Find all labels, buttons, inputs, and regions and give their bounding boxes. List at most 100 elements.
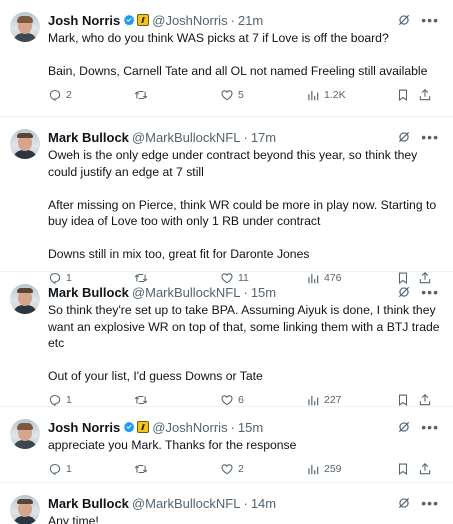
grok-icon[interactable] — [397, 496, 411, 510]
share-icon — [419, 462, 431, 474]
tweet-header: Mark Bullock @MarkBullockNFL · 15m — [48, 284, 443, 300]
retweet-icon — [134, 395, 148, 404]
separator-dot: · — [243, 495, 248, 511]
timestamp[interactable]: 15m — [238, 420, 263, 435]
tweet[interactable]: Josh Norris @JoshNorris · 21m ••• Mark, … — [0, 0, 453, 117]
affiliate-badge-icon — [137, 14, 150, 26]
like-count: 6 — [238, 393, 244, 406]
like-button[interactable]: 2 — [220, 462, 244, 476]
views-icon — [308, 464, 319, 474]
separator-dot: · — [230, 419, 235, 435]
like-icon — [221, 463, 233, 474]
tweet-text: Oweh is the only edge under contract bey… — [48, 148, 437, 261]
author-name[interactable]: Mark Bullock — [48, 496, 129, 511]
like-count: 2 — [238, 462, 244, 475]
author-handle[interactable]: @MarkBullockNFL — [132, 130, 241, 145]
views-icon — [308, 395, 319, 405]
bookmark-icon — [398, 463, 408, 475]
avatar[interactable] — [10, 129, 40, 159]
tweet-header: Mark Bullock @MarkBullockNFL · 17m — [48, 129, 443, 145]
tweet-text: Mark, who do you think WAS picks at 7 if… — [48, 31, 428, 78]
views-icon — [308, 90, 319, 100]
author-handle[interactable]: @MarkBullockNFL — [132, 496, 241, 511]
share-button[interactable] — [418, 88, 432, 102]
reply-button[interactable]: 1 — [48, 462, 72, 476]
share-icon — [419, 393, 431, 405]
tweet[interactable]: Mark Bullock @MarkBullockNFL · 17m ••• O… — [0, 117, 453, 284]
more-icon[interactable]: ••• — [421, 285, 439, 299]
retweet-button[interactable] — [134, 462, 152, 476]
author-name[interactable]: Josh Norris — [48, 13, 120, 28]
views-count: 1.2K — [324, 88, 346, 101]
separator-dot: · — [230, 12, 235, 28]
retweet-button[interactable] — [134, 88, 152, 102]
tweet-text: Any time! — [48, 514, 99, 524]
tweet-actions: 1 2 259 — [48, 462, 443, 478]
tweet[interactable]: Mark Bullock @MarkBullockNFL · 15m ••• S… — [0, 272, 453, 407]
timestamp[interactable]: 17m — [251, 130, 276, 145]
author-handle[interactable]: @MarkBullockNFL — [132, 285, 241, 300]
avatar[interactable] — [10, 419, 40, 449]
more-icon[interactable]: ••• — [421, 130, 439, 144]
views-button[interactable]: 227 — [306, 393, 342, 407]
bookmark-button[interactable] — [396, 88, 410, 102]
grok-icon[interactable] — [397, 420, 411, 434]
timestamp[interactable]: 14m — [251, 496, 276, 511]
views-count: 227 — [324, 393, 342, 406]
reply-count: 2 — [66, 88, 72, 101]
grok-icon[interactable] — [397, 130, 411, 144]
author-handle[interactable]: @JoshNorris — [152, 420, 227, 435]
more-icon[interactable]: ••• — [421, 13, 439, 27]
views-button[interactable]: 259 — [306, 462, 342, 476]
retweet-icon — [134, 90, 148, 99]
tweet-header: Josh Norris @JoshNorris · 21m — [48, 12, 443, 28]
author-name[interactable]: Mark Bullock — [48, 285, 129, 300]
share-button[interactable] — [418, 462, 432, 476]
views-button[interactable]: 1.2K — [306, 88, 346, 102]
tweet-text: So think they're set up to take BPA. Ass… — [48, 303, 440, 383]
avatar[interactable] — [10, 284, 40, 314]
tweet[interactable]: Josh Norris @JoshNorris · 15m ••• apprec… — [0, 407, 453, 483]
separator-dot: · — [243, 284, 248, 300]
timestamp[interactable]: 21m — [238, 13, 263, 28]
avatar[interactable] — [10, 12, 40, 42]
verified-icon — [124, 14, 135, 26]
affiliate-badge-icon — [137, 421, 150, 433]
reply-button[interactable]: 1 — [48, 393, 72, 407]
reply-count: 1 — [66, 462, 72, 475]
grok-icon[interactable] — [397, 13, 411, 27]
share-button[interactable] — [418, 393, 432, 407]
verified-icon — [124, 421, 135, 433]
reply-count: 1 — [66, 393, 72, 406]
views-count: 259 — [324, 462, 342, 475]
author-name[interactable]: Josh Norris — [48, 420, 120, 435]
reply-icon — [49, 394, 61, 406]
more-icon[interactable]: ••• — [421, 420, 439, 434]
avatar[interactable] — [10, 495, 40, 524]
reply-icon — [49, 89, 61, 101]
like-icon — [221, 89, 233, 100]
tweet[interactable]: Mark Bullock @MarkBullockNFL · 14m ••• A… — [0, 483, 453, 524]
retweet-button[interactable] — [134, 393, 152, 407]
bookmark-button[interactable] — [396, 462, 410, 476]
like-button[interactable]: 6 — [220, 393, 244, 407]
like-icon — [221, 394, 233, 405]
author-handle[interactable]: @JoshNorris — [152, 13, 227, 28]
more-icon[interactable]: ••• — [421, 496, 439, 510]
tweet-text: appreciate you Mark. Thanks for the resp… — [48, 438, 297, 452]
author-name[interactable]: Mark Bullock — [48, 130, 129, 145]
timestamp[interactable]: 15m — [251, 285, 276, 300]
bookmark-icon — [398, 394, 408, 406]
grok-icon[interactable] — [397, 285, 411, 299]
tweet-header: Mark Bullock @MarkBullockNFL · 14m — [48, 495, 443, 511]
conversation-feed: Josh Norris @JoshNorris · 21m ••• Mark, … — [0, 0, 453, 524]
bookmark-button[interactable] — [396, 393, 410, 407]
bookmark-icon — [398, 89, 408, 101]
retweet-icon — [134, 464, 148, 473]
reply-button[interactable]: 2 — [48, 88, 72, 102]
tweet-header: Josh Norris @JoshNorris · 15m — [48, 419, 443, 435]
like-button[interactable]: 5 — [220, 88, 244, 102]
like-count: 5 — [238, 88, 244, 101]
reply-icon — [49, 463, 61, 475]
share-icon — [419, 88, 431, 100]
